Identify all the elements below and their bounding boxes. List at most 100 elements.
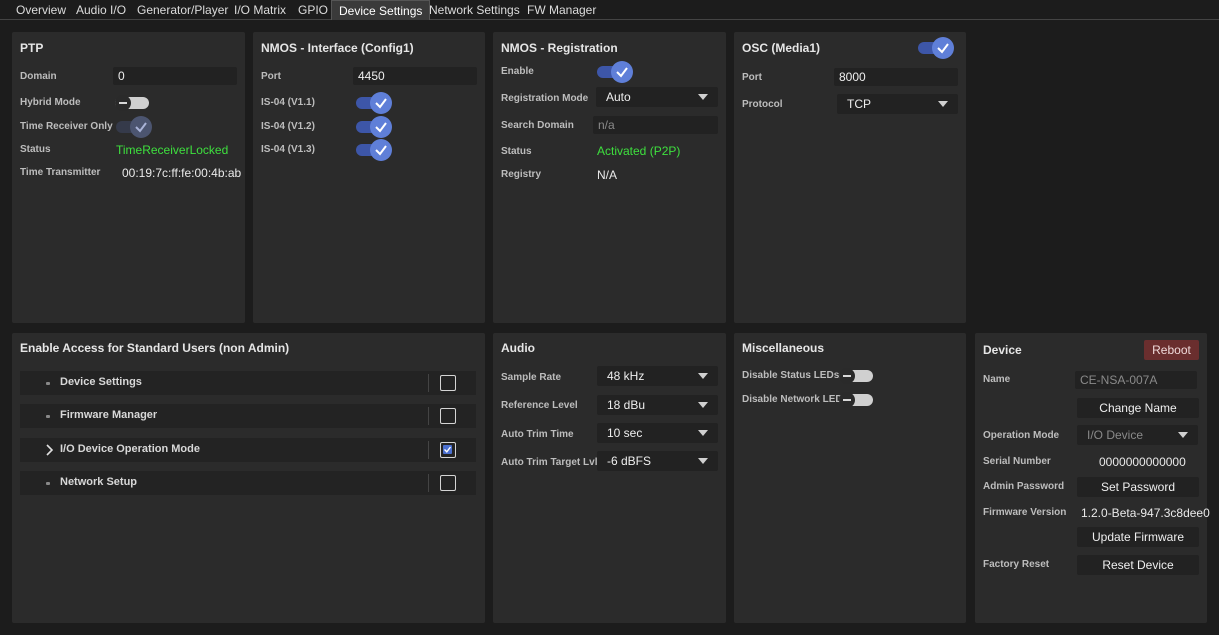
- divider: [428, 474, 429, 492]
- auto-trim-time-select[interactable]: 10 sec: [597, 423, 718, 443]
- domain-field[interactable]: 0: [113, 67, 237, 85]
- registration-mode-value: Auto: [606, 90, 631, 104]
- toggle-knob: [839, 392, 855, 408]
- osc-port-field[interactable]: 8000: [834, 68, 958, 86]
- operation-mode-select[interactable]: I/O Device: [1077, 425, 1198, 445]
- bullet-icon: [46, 482, 50, 485]
- disable-status-leds-toggle[interactable]: [839, 368, 875, 384]
- nmos-interface-panel: NMOS - Interface (Config1) Port 4450 IS-…: [253, 32, 485, 323]
- registration-mode-label: Registration Mode: [501, 93, 589, 104]
- device-title: Device: [983, 343, 1022, 357]
- divider: [428, 407, 429, 425]
- osc-enable-toggle[interactable]: [918, 37, 954, 59]
- chevron-right-icon[interactable]: [44, 444, 54, 456]
- list-item[interactable]: Firmware Manager: [20, 404, 476, 428]
- access-firmware-manager-checkbox[interactable]: [440, 408, 456, 424]
- is04-v11-toggle[interactable]: [356, 92, 392, 114]
- is04-v13-toggle[interactable]: [356, 139, 392, 161]
- nmos-port-field[interactable]: 4450: [353, 67, 477, 85]
- registration-enable-label: Enable: [501, 66, 534, 77]
- tab-generator-player[interactable]: Generator/Player: [130, 0, 235, 20]
- auto-trim-time-value: 10 sec: [607, 426, 643, 440]
- disable-network-leds-label: Disable Network LEDs: [742, 394, 849, 405]
- toggle-knob: [370, 116, 392, 138]
- list-item[interactable]: I/O Device Operation Mode: [20, 438, 476, 462]
- auto-trim-target-label: Auto Trim Target Lvl: [501, 457, 598, 468]
- checkbox-fill: [443, 445, 452, 454]
- search-domain-field[interactable]: n/a: [593, 116, 718, 134]
- toggle-knob: [370, 139, 392, 161]
- access-item-label: Network Setup: [60, 476, 138, 488]
- sample-rate-label: Sample Rate: [501, 372, 562, 383]
- tab-gpio[interactable]: GPIO: [291, 0, 335, 20]
- misc-title: Miscellaneous: [742, 341, 825, 355]
- access-network-setup-checkbox[interactable]: [440, 475, 456, 491]
- check-icon: [135, 122, 147, 133]
- access-item-label: Firmware Manager: [60, 409, 158, 421]
- is04-v12-toggle[interactable]: [356, 116, 392, 138]
- access-io-operation-mode-checkbox[interactable]: [440, 442, 456, 458]
- device-panel: Device Reboot Name CE-NSA-007A Change Na…: [975, 333, 1210, 623]
- hybrid-mode-toggle[interactable]: [115, 95, 151, 111]
- toggle-knob: [611, 61, 633, 83]
- osc-protocol-select[interactable]: TCP: [837, 94, 958, 114]
- toggle-knob: [370, 92, 392, 114]
- check-icon: [937, 43, 949, 54]
- sample-rate-select[interactable]: 48 kHz: [597, 366, 718, 386]
- time-transmitter-label: Time Transmitter: [20, 167, 101, 178]
- set-password-button[interactable]: Set Password: [1077, 477, 1199, 497]
- auto-trim-target-select[interactable]: -6 dBFS: [597, 451, 718, 471]
- time-transmitter-value: 00:19:7c:ff:fe:00:4b:ab: [122, 166, 242, 180]
- access-device-settings-checkbox[interactable]: [440, 375, 456, 391]
- chevron-down-icon: [698, 458, 708, 464]
- registration-status-label: Status: [501, 146, 532, 157]
- operation-mode-label: Operation Mode: [983, 430, 1060, 441]
- tab-bar: Overview Audio I/O Generator/Player I/O …: [0, 0, 1219, 20]
- list-item[interactable]: Device Settings: [20, 371, 476, 395]
- chevron-down-icon: [698, 402, 708, 408]
- disable-status-leds-label: Disable Status LEDs: [742, 370, 840, 381]
- bullet-icon: [46, 415, 50, 418]
- reset-device-button[interactable]: Reset Device: [1077, 555, 1199, 575]
- domain-label: Domain: [20, 71, 57, 82]
- tab-device-settings[interactable]: Device Settings: [331, 0, 431, 20]
- device-name-label: Name: [983, 374, 1011, 385]
- divider: [428, 374, 429, 392]
- reference-level-select[interactable]: 18 dBu: [597, 395, 718, 415]
- bullet-icon: [46, 382, 50, 385]
- osc-title: OSC (Media1): [742, 41, 821, 55]
- tab-overview[interactable]: Overview: [9, 0, 73, 20]
- divider: [428, 441, 429, 459]
- ptp-title: PTP: [20, 41, 44, 55]
- tab-audio-io[interactable]: Audio I/O: [69, 0, 133, 20]
- nmos-registration-panel: NMOS - Registration Enable Registration …: [493, 32, 726, 323]
- chevron-down-icon: [698, 94, 708, 100]
- is04-v11-label: IS-04 (V1.1): [261, 97, 315, 108]
- nmos-interface-title: NMOS - Interface (Config1): [261, 41, 414, 55]
- hybrid-mode-label: Hybrid Mode: [20, 97, 81, 108]
- access-panel: Enable Access for Standard Users (non Ad…: [12, 333, 485, 623]
- registration-enable-toggle[interactable]: [597, 61, 633, 83]
- check-icon: [616, 67, 628, 78]
- disable-network-leds-toggle[interactable]: [839, 392, 875, 408]
- tab-io-matrix[interactable]: I/O Matrix: [227, 0, 293, 20]
- tab-network-settings[interactable]: Network Settings: [422, 0, 527, 20]
- osc-protocol-label: Protocol: [742, 99, 783, 110]
- update-firmware-button[interactable]: Update Firmware: [1077, 527, 1199, 547]
- tab-fw-manager[interactable]: FW Manager: [520, 0, 603, 20]
- toggle-knob: [932, 37, 954, 59]
- ptp-status-label: Status: [20, 144, 51, 155]
- toggle-knob: [130, 116, 152, 138]
- audio-panel: Audio Sample Rate 48 kHz Reference Level…: [493, 333, 726, 623]
- sample-rate-value: 48 kHz: [607, 369, 645, 383]
- change-name-button[interactable]: Change Name: [1077, 398, 1199, 418]
- serial-number-label: Serial Number: [983, 456, 1051, 467]
- toggle-knob: [839, 368, 855, 384]
- registration-mode-select[interactable]: Auto: [596, 87, 718, 107]
- time-receiver-only-label: Time Receiver Only: [20, 121, 113, 132]
- check-icon: [375, 98, 387, 109]
- firmware-version-label: Firmware Version: [983, 507, 1067, 518]
- reboot-button[interactable]: Reboot: [1144, 340, 1199, 360]
- firmware-version-value: 1.2.0-Beta-947.3c8dee0: [1081, 506, 1210, 520]
- list-item[interactable]: Network Setup: [20, 471, 476, 495]
